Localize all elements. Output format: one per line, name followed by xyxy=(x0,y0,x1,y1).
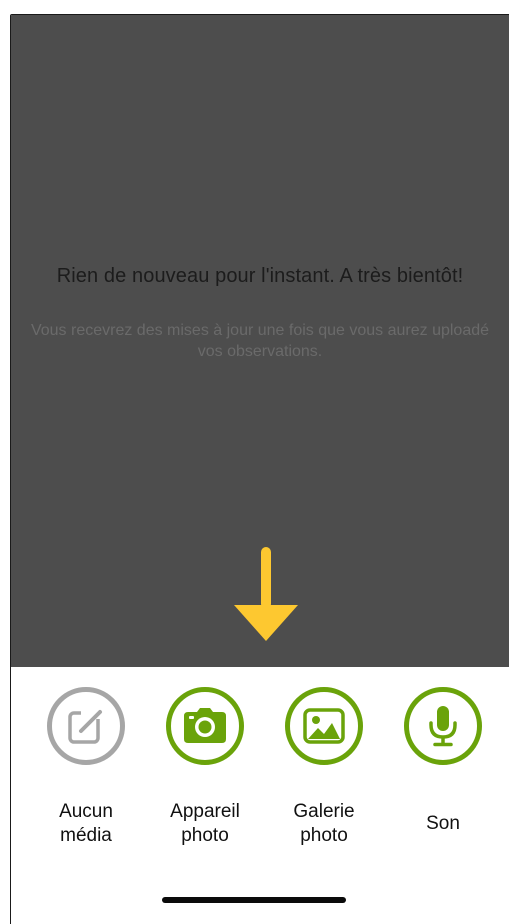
gallery-button[interactable] xyxy=(285,687,363,765)
camera-icon xyxy=(184,708,226,743)
sound-button[interactable] xyxy=(404,687,482,765)
gallery-image-icon xyxy=(303,708,345,744)
microphone-icon xyxy=(429,706,457,747)
option-label: Aucun média xyxy=(59,801,113,846)
media-picker-sheet: Aucun média Appareil photo Galerie photo… xyxy=(11,667,509,924)
down-arrow-icon xyxy=(234,547,298,641)
edit-note-icon xyxy=(68,709,105,744)
app-screen: Rien de nouveau pour l'instant. A très b… xyxy=(10,14,509,924)
option-label: Galerie photo xyxy=(293,801,355,846)
empty-state-title: Rien de nouveau pour l'instant. A très b… xyxy=(56,265,464,287)
option-label: Son xyxy=(426,813,460,834)
empty-state-subtitle: Vous recevrez des mises à jour une fois … xyxy=(30,322,490,360)
option-sound[interactable]: Son xyxy=(383,687,503,836)
dimmed-overlay[interactable]: Rien de nouveau pour l'instant. A très b… xyxy=(11,15,509,667)
home-indicator[interactable] xyxy=(162,897,346,903)
option-label: Appareil photo xyxy=(170,801,240,846)
option-no-media[interactable]: Aucun média xyxy=(26,687,146,848)
camera-button[interactable] xyxy=(166,687,244,765)
no-media-button[interactable] xyxy=(47,687,125,765)
option-camera[interactable]: Appareil photo xyxy=(145,687,265,848)
option-gallery[interactable]: Galerie photo xyxy=(264,687,384,848)
